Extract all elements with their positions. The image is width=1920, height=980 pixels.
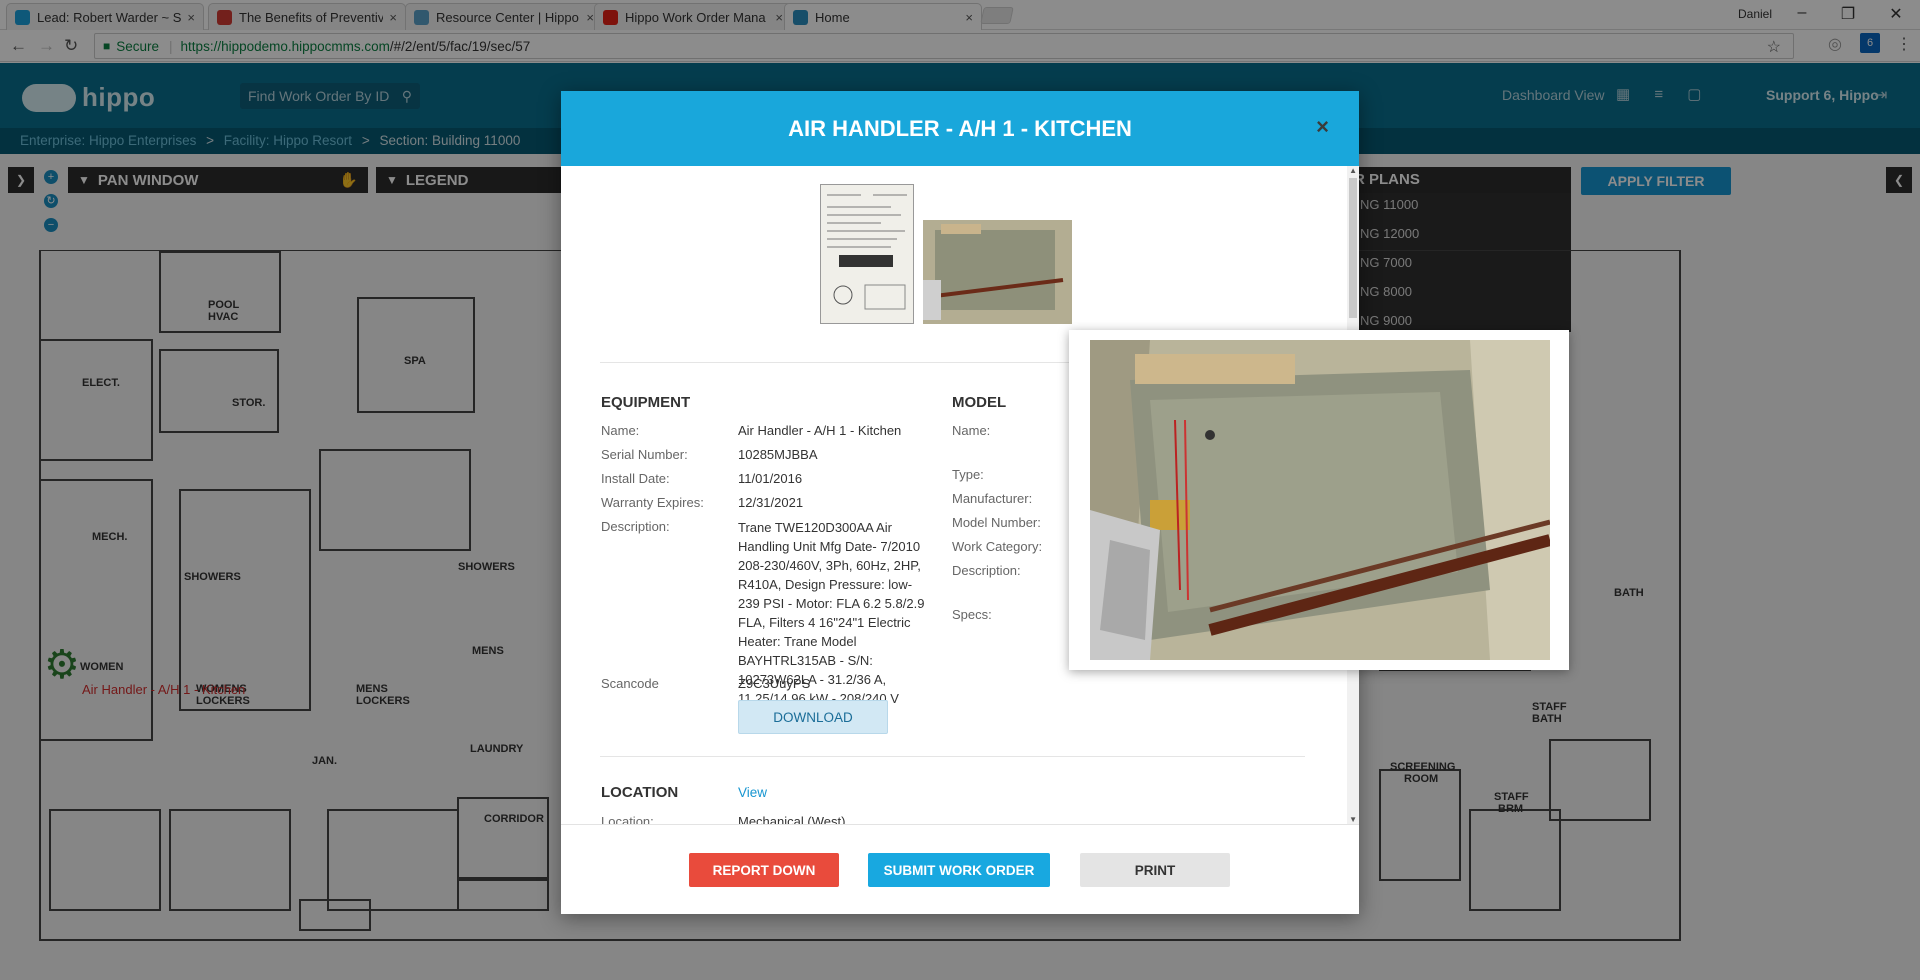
close-icon[interactable]: × [1316, 114, 1329, 140]
nameplate-photo-thumbnail[interactable] [820, 184, 914, 324]
install-date-label: Install Date: [601, 471, 670, 486]
equipment-name-value: Air Handler - A/H 1 - Kitchen [738, 423, 902, 438]
location-view-link[interactable]: View [738, 785, 767, 800]
modal-footer: REPORT DOWN SUBMIT WORK ORDER PRINT [561, 824, 1359, 914]
model-type-label: Type: [952, 467, 984, 482]
scroll-down-icon[interactable]: ▼ [1349, 815, 1357, 824]
location-label-partial: Location: [601, 814, 654, 824]
serial-number-value: 10285MJBBA [738, 447, 818, 462]
warranty-expires-label: Warranty Expires: [601, 495, 704, 510]
submit-work-order-button[interactable]: SUBMIT WORK ORDER [868, 853, 1050, 887]
location-heading: LOCATION [601, 784, 679, 801]
air-handler-image [1090, 340, 1550, 660]
divider [600, 756, 1305, 757]
model-heading: MODEL [952, 394, 1007, 411]
description-label: Description: [601, 519, 670, 534]
modal-title: AIR HANDLER - A/H 1 - KITCHEN [788, 115, 1132, 141]
serial-number-label: Serial Number: [601, 447, 688, 462]
modal-header: AIR HANDLER - A/H 1 - KITCHEN × [561, 91, 1359, 166]
scroll-up-icon[interactable]: ▲ [1349, 166, 1357, 175]
warranty-expires-value: 12/31/2021 [738, 495, 804, 510]
air-handler-photo [1090, 340, 1550, 660]
scancode-label: Scancode [601, 676, 659, 691]
model-number-label: Model Number: [952, 515, 1041, 530]
scrollbar-thumb[interactable] [1349, 178, 1357, 318]
photo-preview-popup [1069, 330, 1569, 670]
install-date-value: 11/01/2016 [738, 471, 803, 486]
model-description-label: Description: [952, 563, 1021, 578]
work-category-label: Work Category: [952, 539, 1043, 554]
model-manufacturer-label: Manufacturer: [952, 491, 1033, 506]
report-down-button[interactable]: REPORT DOWN [689, 853, 839, 887]
unit-photo-thumbnail[interactable] [923, 220, 1072, 324]
equipment-name-label: Name: [601, 423, 640, 438]
scancode-value: Z9C3UuyPS [738, 676, 811, 691]
model-specs-label: Specs: [952, 607, 992, 622]
unit-image [923, 220, 1072, 324]
nameplate-image [821, 185, 913, 323]
equipment-heading: EQUIPMENT [601, 394, 691, 411]
download-button[interactable]: DOWNLOAD [738, 700, 888, 734]
print-button[interactable]: PRINT [1080, 853, 1230, 887]
model-name-label: Name: [952, 423, 991, 438]
location-value-partial: Mechanical (West) [738, 814, 846, 824]
